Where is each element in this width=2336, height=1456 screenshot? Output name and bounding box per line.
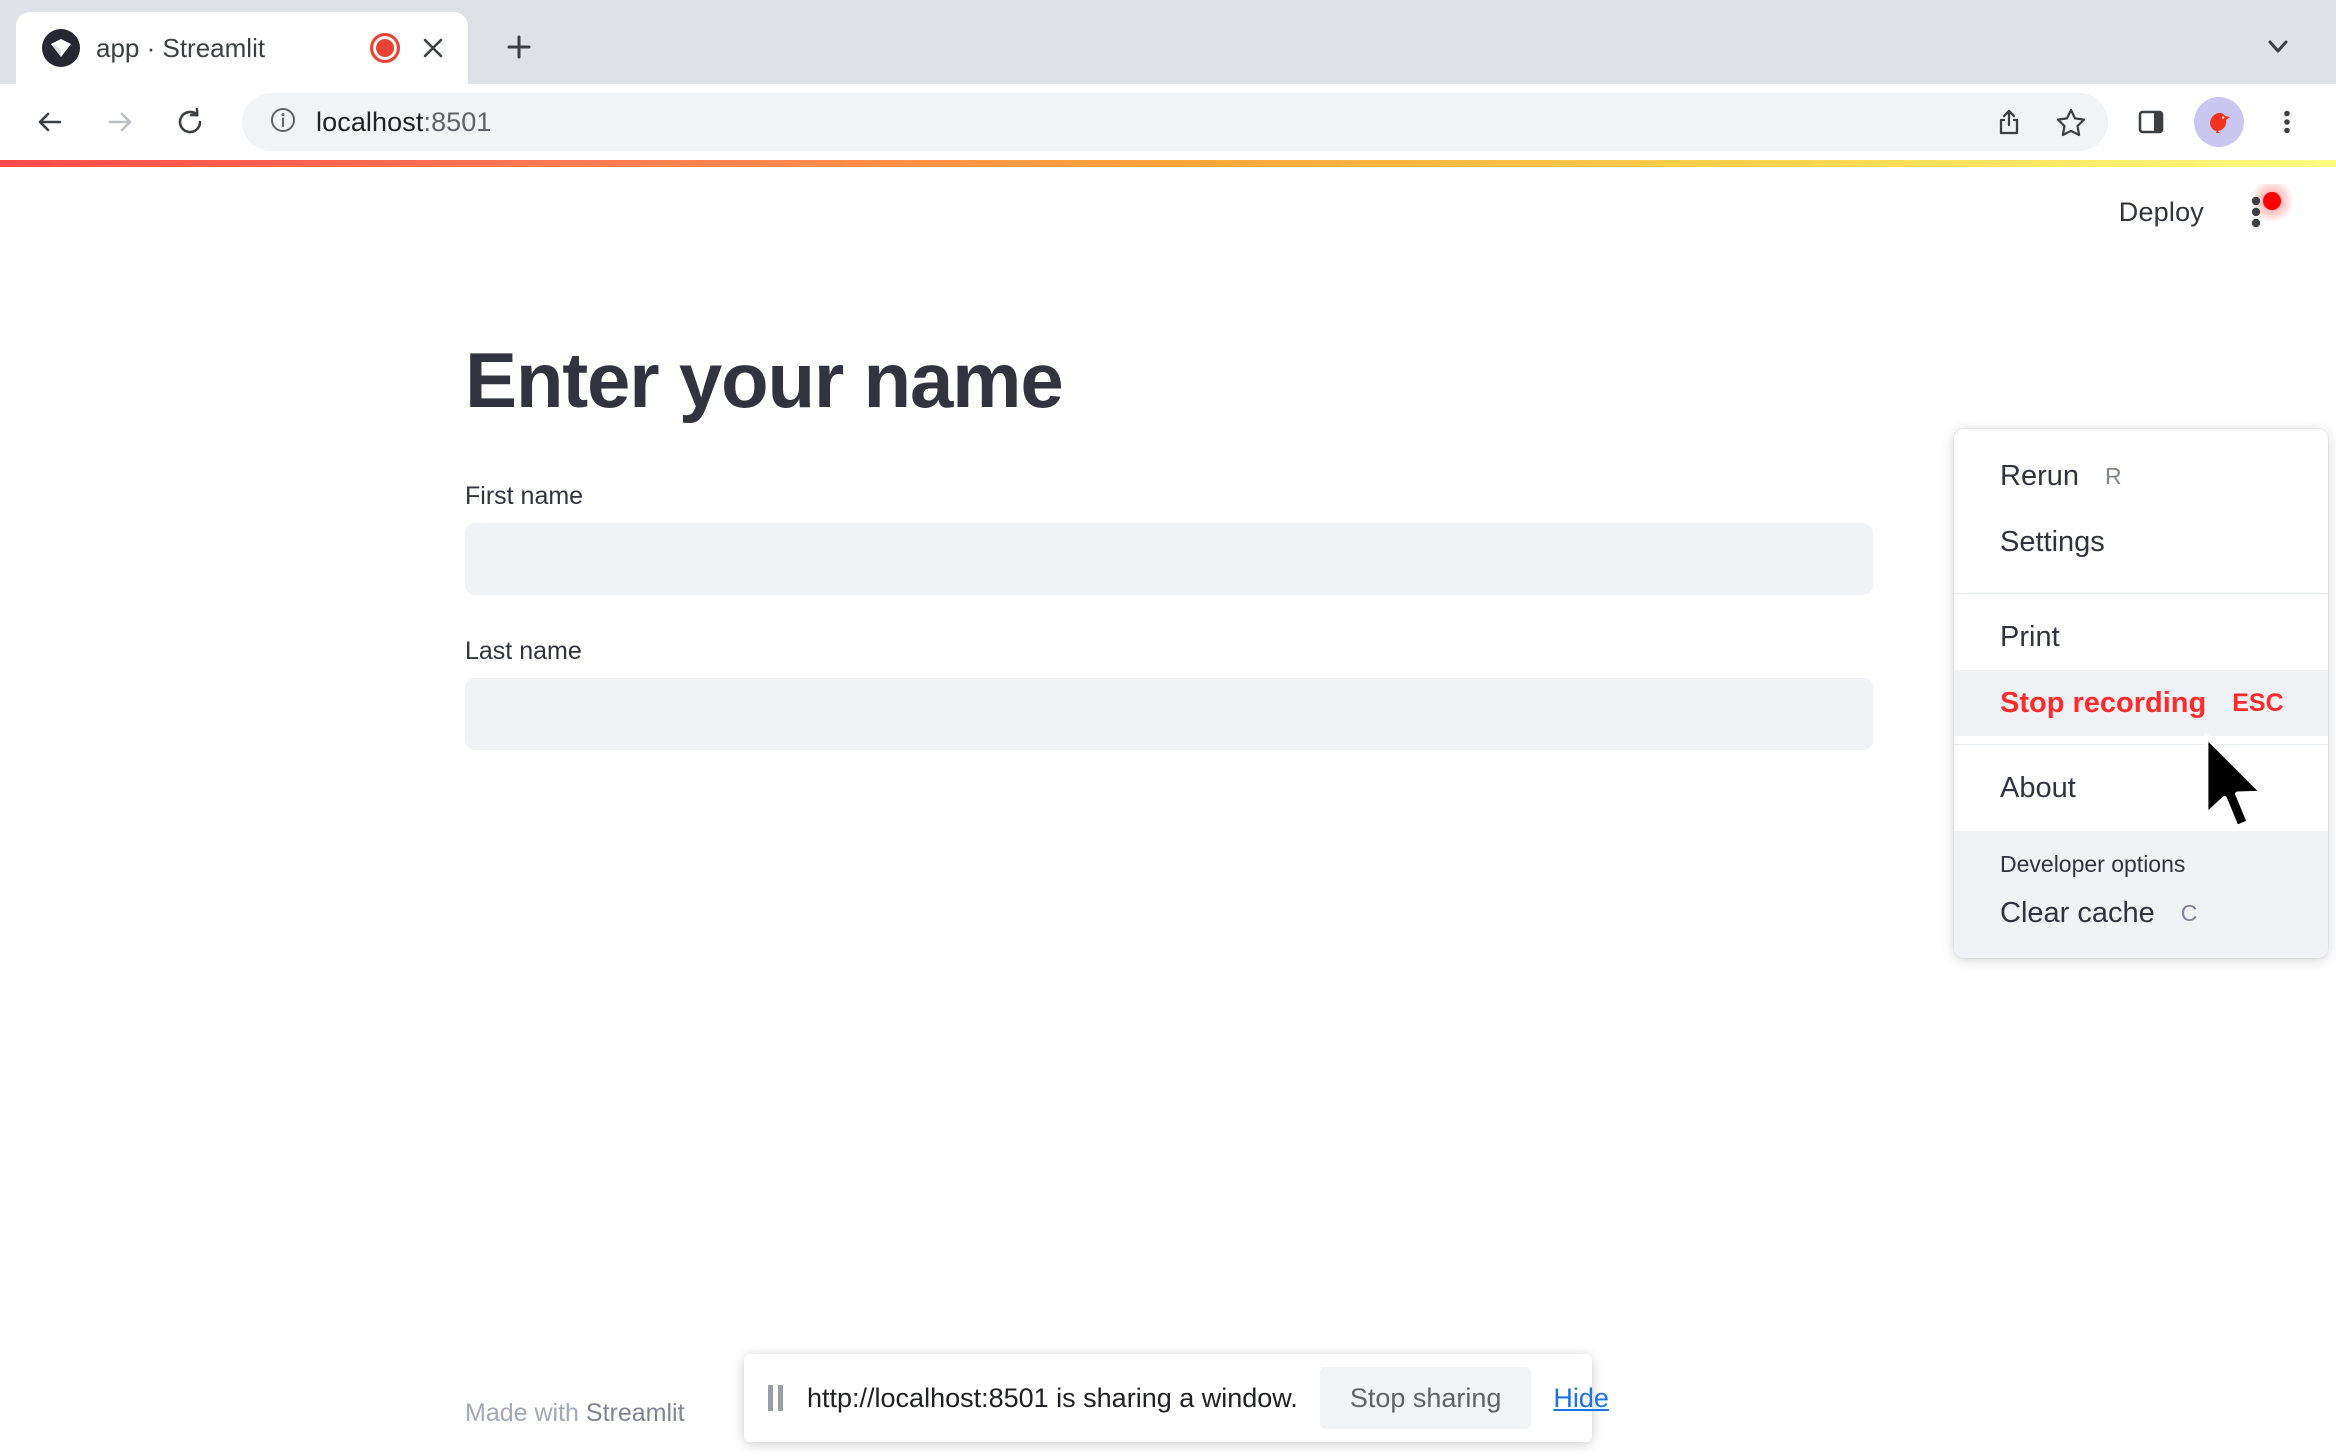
menu-item-clear-cache[interactable]: Clear cache C [1954, 882, 2328, 944]
menu-divider [1954, 593, 2328, 594]
address-bar[interactable]: localhost:8501 [242, 93, 2108, 151]
app-footer: Made with Streamlit [465, 1399, 685, 1428]
menu-section-developer-options: Developer options Clear cache C [1954, 831, 2328, 958]
menu-group-about: About [1954, 755, 2328, 831]
record-dot-icon[interactable] [370, 33, 400, 63]
stop-sharing-button[interactable]: Stop sharing [1319, 1367, 1532, 1429]
streamlit-crown-icon [42, 29, 80, 67]
page-title: Enter your name [465, 336, 1064, 424]
share-message: http://localhost:8501 is sharing a windo… [807, 1382, 1298, 1413]
screen-share-bar: http://localhost:8501 is sharing a windo… [744, 1354, 1609, 1442]
menu-item-label: Rerun [2000, 459, 2079, 492]
developer-options-label: Developer options [2000, 851, 2186, 877]
streamlit-app: Deploy Enter your name First name Last n… [0, 167, 2336, 1456]
browser-window: app · Streamlit localhost:8501 Deploy En… [0, 0, 2336, 1456]
browser-tab-app-streamlit[interactable]: app · Streamlit [16, 12, 468, 84]
streamlit-three-dots-recording-icon[interactable] [2238, 184, 2294, 240]
menu-item-label: Print [2000, 620, 2060, 653]
hide-link[interactable]: Hide [1553, 1383, 1613, 1414]
chevron-down-icon[interactable] [2258, 26, 2298, 66]
menu-item-settings[interactable]: Settings [1954, 509, 2328, 575]
url-text: localhost:8501 [316, 107, 492, 138]
menu-item-label: Clear cache [2000, 896, 2155, 929]
menu-group-primary: Rerun R Settings [1954, 443, 2328, 585]
arrow-right-icon [90, 92, 150, 152]
menu-item-shortcut: C [2180, 899, 2198, 926]
reload-icon[interactable] [160, 92, 220, 152]
menu-item-label: Stop recording [2000, 686, 2207, 719]
last-name-input[interactable] [465, 678, 1873, 750]
bird-avatar-icon[interactable] [2190, 93, 2248, 151]
first-name-input[interactable] [465, 523, 1873, 595]
new-tab-button[interactable] [490, 18, 548, 76]
tab-strip: app · Streamlit [0, 0, 2336, 84]
menu-item-stop-recording[interactable]: Stop recording ESC [1954, 670, 2328, 736]
footer-brand[interactable]: Streamlit [586, 1399, 685, 1427]
tab-title: app · Streamlit [96, 32, 266, 63]
menu-item-rerun[interactable]: Rerun R [1954, 443, 2328, 509]
three-dots-vertical-icon[interactable] [2258, 93, 2316, 151]
info-circle-icon[interactable] [268, 105, 298, 140]
menu-item-print[interactable]: Print [1954, 604, 2328, 670]
deploy-button[interactable]: Deploy [2119, 197, 2204, 228]
footer-prefix: Made with [465, 1399, 586, 1427]
menu-item-shortcut: R [2105, 462, 2122, 489]
menu-item-label: About [2000, 771, 2076, 804]
side-panel-icon[interactable] [2122, 93, 2180, 151]
url-host: localhost [316, 106, 424, 137]
app-header: Deploy [0, 167, 2336, 257]
pause-icon[interactable] [768, 1385, 783, 1411]
arrow-left-icon[interactable] [20, 92, 80, 152]
url-port: :8501 [423, 106, 492, 137]
browser-toolbar: localhost:8501 [0, 84, 2336, 160]
star-icon[interactable] [2042, 93, 2100, 151]
share-icon[interactable] [1980, 93, 2038, 151]
menu-item-about[interactable]: About [1954, 755, 2328, 821]
streamlit-gradient-bar [0, 160, 2336, 167]
menu-item-shortcut: ESC [2232, 688, 2284, 717]
avatar [2194, 97, 2244, 147]
menu-item-label: Settings [2000, 525, 2105, 558]
streamlit-main-menu: Rerun R Settings Print Stop recording ES… [1954, 429, 2328, 958]
close-icon[interactable] [416, 31, 450, 65]
omnibox-actions [1980, 93, 2100, 151]
menu-group-recording: Print Stop recording ESC [1954, 604, 2328, 736]
menu-divider [1954, 744, 2328, 745]
